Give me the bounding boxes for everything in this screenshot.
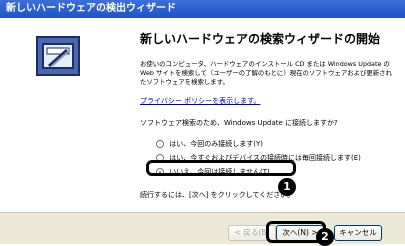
callout-2-badge: 2 xyxy=(316,228,334,246)
continue-text: 続行するには、[次へ] をクリックしてください。 xyxy=(140,191,295,199)
option-label: はい、今回のみ接続します(Y) xyxy=(169,140,263,148)
wizard-window: 新しいハードウェアの検出ウィザード 新しいハードウェアの検索ウィザードの開始 お… xyxy=(0,0,405,246)
footer-separator xyxy=(0,212,405,213)
highlight-option-box xyxy=(146,160,296,176)
wizard-content: 新しいハードウェアの検索ウィザードの開始 お使いのコンピュータ、ハードウェアのイ… xyxy=(118,18,405,212)
wizard-sidebar xyxy=(0,18,118,212)
callout-1-badge: 1 xyxy=(278,178,296,196)
title-bar: 新しいハードウェアの検出ウィザード xyxy=(0,0,405,18)
radio-icon[interactable] xyxy=(156,140,164,148)
page-title: 新しいハードウェアの検索ウィザードの開始 xyxy=(140,32,381,46)
description-text: お使いのコンピュータ、ハードウェアのインストール CD または Windows … xyxy=(140,60,392,87)
hardware-device-icon xyxy=(36,36,80,76)
question-text: ソフトウェア検索のため、Windows Update に接続しますか? xyxy=(140,119,338,127)
option-yes-once[interactable]: はい、今回のみ接続します(Y) xyxy=(156,138,263,150)
cancel-button[interactable]: キャンセル xyxy=(334,225,382,241)
privacy-policy-link[interactable]: プライバシー ポリシーを表示します。 xyxy=(140,96,260,106)
